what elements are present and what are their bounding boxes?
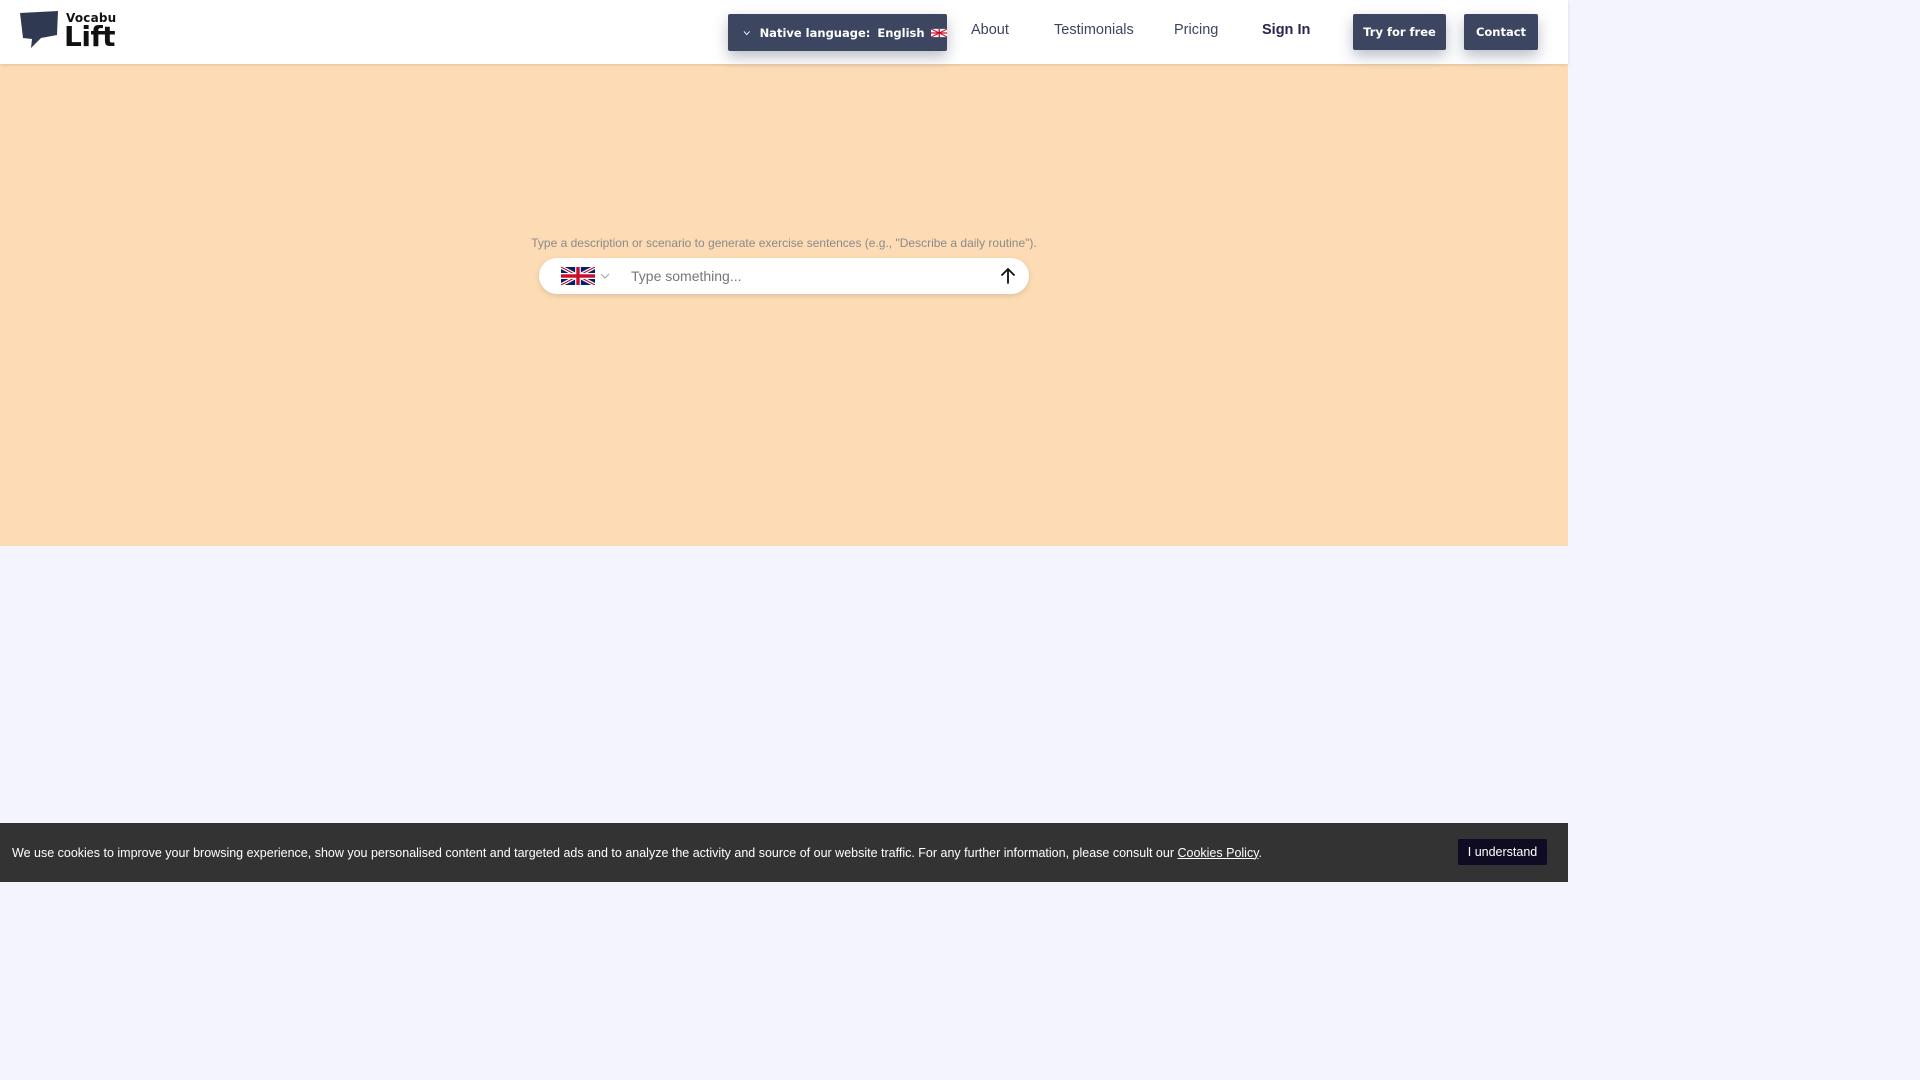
nav-about-link[interactable]: About xyxy=(971,22,1009,38)
arrow-up-icon[interactable] xyxy=(997,266,1019,286)
cookie-banner: We use cookies to improve your browsing … xyxy=(0,823,1568,882)
site-header: Vocabu Lift Native language: English Abo… xyxy=(0,0,1568,64)
nav-testimonials-link[interactable]: Testimonials xyxy=(1054,22,1134,38)
input-hint-text: Type a description or scenario to genera… xyxy=(531,236,1037,250)
chevron-down-icon xyxy=(743,30,750,35)
hero-section: Type a description or scenario to genera… xyxy=(0,64,1568,546)
speech-bubble-logo-icon xyxy=(20,11,58,48)
target-language-select[interactable] xyxy=(561,267,613,286)
contact-button[interactable]: Contact xyxy=(1464,14,1538,50)
vocabulift-logo[interactable]: Vocabu Lift xyxy=(19,11,119,53)
cookies-policy-link[interactable]: Cookies Policy xyxy=(1177,846,1258,860)
native-language-dropdown[interactable]: Native language: English xyxy=(728,14,947,51)
i-understand-button[interactable]: I understand xyxy=(1458,839,1547,865)
uk-flag-icon xyxy=(561,267,595,285)
native-language-label: Native language: xyxy=(759,25,871,40)
native-language-value: English xyxy=(877,25,925,40)
uk-flag-icon xyxy=(930,27,947,38)
chevron-down-icon xyxy=(600,273,610,279)
prompt-input[interactable] xyxy=(631,264,991,288)
logo-text-bottom: Lift xyxy=(64,20,116,53)
cookie-message: We use cookies to improve your browsing … xyxy=(12,846,1262,860)
cookie-message-trailing: . xyxy=(1258,845,1263,860)
cookie-message-text: We use cookies to improve your browsing … xyxy=(12,845,1178,860)
try-for-free-button[interactable]: Try for free xyxy=(1353,14,1446,50)
prompt-box xyxy=(539,258,1029,294)
sign-in-link[interactable]: Sign In xyxy=(1262,22,1310,38)
nav-pricing-link[interactable]: Pricing xyxy=(1174,22,1218,38)
